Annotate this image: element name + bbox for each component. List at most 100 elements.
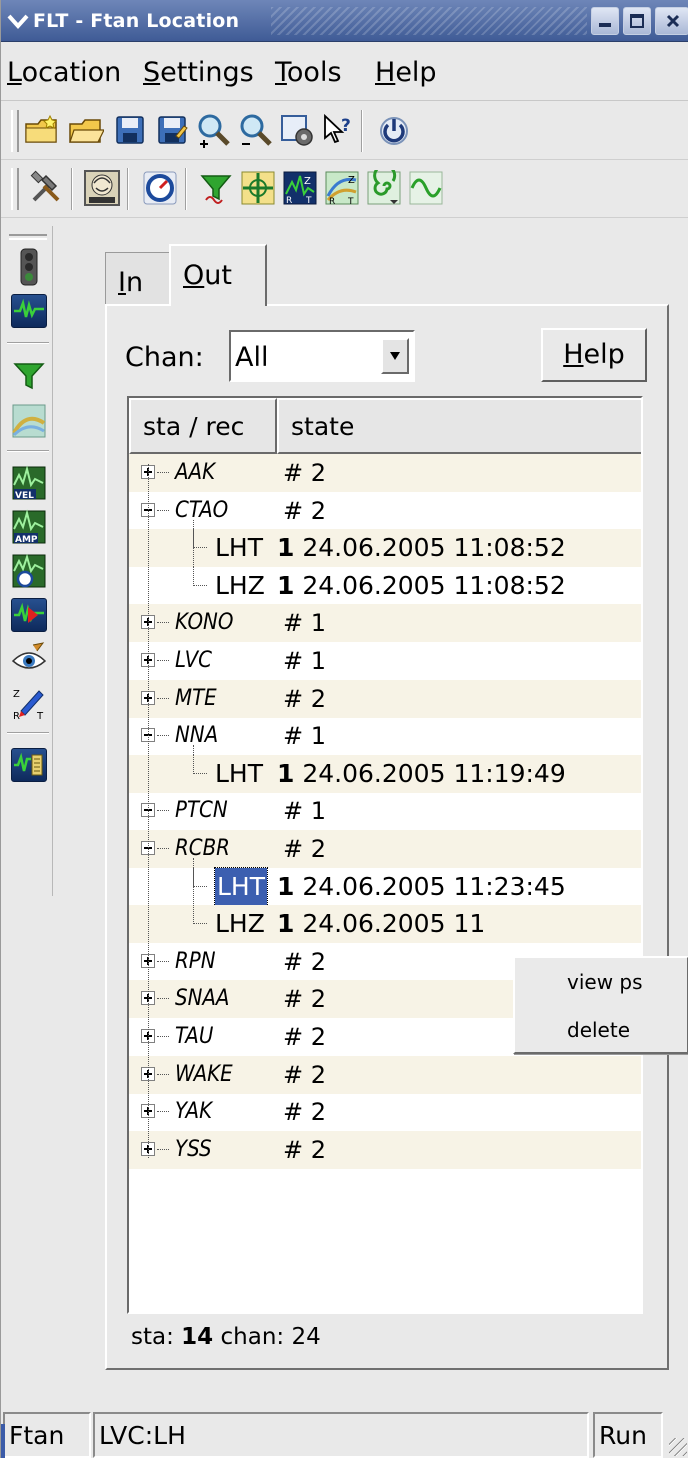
red-seismogram-icon[interactable] xyxy=(10,596,48,634)
menu-help[interactable]: Help xyxy=(375,57,437,88)
tree-row-station[interactable]: YSS # 2 xyxy=(129,1130,641,1169)
amp-icon[interactable]: AMP xyxy=(10,508,48,546)
help-button[interactable]: Help xyxy=(541,328,647,382)
chan-select[interactable]: All xyxy=(229,330,415,382)
save-as-icon[interactable] xyxy=(153,111,191,149)
svg-text:Z: Z xyxy=(348,175,355,186)
tree-connector xyxy=(193,529,207,549)
station-tree[interactable]: sta / rec state AAK # 2 CTAO # 2 LHT 1 24.06.… xyxy=(127,396,643,1314)
menu-bar: Location Settings Tools Help xyxy=(1,43,688,101)
menu-location[interactable]: Location xyxy=(7,57,121,88)
tab-in[interactable]: In xyxy=(105,252,169,306)
channel-state: 1 24.06.2005 11:23:45 xyxy=(277,871,566,901)
station-code: PTCN xyxy=(175,798,228,824)
menu-tools[interactable]: Tools xyxy=(275,57,342,88)
filter-icon[interactable] xyxy=(10,356,48,394)
sine-wave-icon[interactable] xyxy=(407,169,445,207)
zoom-out-icon[interactable] xyxy=(237,111,275,149)
save-icon[interactable] xyxy=(111,111,149,149)
station-state: # 1 xyxy=(283,647,327,675)
tree-row-station[interactable]: YAK # 2 xyxy=(129,1093,641,1131)
station-state: # 2 xyxy=(283,459,327,487)
zrt-icon[interactable]: Z R T xyxy=(281,169,319,207)
channel-code: LHT xyxy=(214,866,268,907)
column-header-state[interactable]: state xyxy=(277,398,641,454)
tree-row-station[interactable]: RCBR # 2 xyxy=(129,830,641,868)
new-folder-icon[interactable] xyxy=(23,111,61,149)
maximize-button[interactable] xyxy=(623,7,651,35)
tree-row-station[interactable]: AAK # 2 xyxy=(129,454,641,492)
channel-state: 1 24.06.2005 11:08:52 xyxy=(277,570,566,600)
menu-settings[interactable]: Settings xyxy=(143,57,254,88)
tree-connector xyxy=(193,566,207,586)
seismogram-icon[interactable] xyxy=(10,292,48,330)
spiral-icon[interactable] xyxy=(365,169,403,207)
record-icon[interactable] xyxy=(10,746,48,784)
tree-row-channel[interactable]: LHZ 1 24.06.2005 11 xyxy=(129,905,641,944)
tree-row-channel[interactable]: LHT 1 24.06.2005 11:19:49 xyxy=(129,754,641,793)
tab-out[interactable]: Out xyxy=(169,244,267,306)
status-mode: Ftan xyxy=(3,1412,91,1458)
tree-connector xyxy=(157,735,169,737)
traffic-light-icon[interactable] xyxy=(10,248,48,286)
column-header-sta-rec[interactable]: sta / rec xyxy=(129,398,277,454)
side-toolbar: VEL AMP Z R T xyxy=(3,226,53,896)
title-bar[interactable]: FLT - Ftan Location xyxy=(1,0,688,42)
tree-row-station[interactable]: MTE # 2 xyxy=(129,679,641,718)
status-accent xyxy=(1,1424,5,1458)
toolbar-grip[interactable] xyxy=(11,110,19,152)
toolbar-grip[interactable] xyxy=(9,234,47,240)
toolbar-grip[interactable] xyxy=(11,168,19,210)
svg-text:AMP: AMP xyxy=(15,535,38,545)
open-folder-icon[interactable] xyxy=(67,111,105,149)
station-state: # 1 xyxy=(283,609,327,638)
toolbar-separator xyxy=(7,450,49,452)
menu-item-delete[interactable]: delete xyxy=(567,1018,630,1042)
tree-row-channel[interactable]: LHZ 1 24.06.2005 11:08:52 xyxy=(129,566,641,605)
toolbar-separator xyxy=(185,168,187,210)
window-menu-icon[interactable] xyxy=(5,8,31,34)
tree-row-station[interactable]: LVC # 1 xyxy=(129,642,641,680)
resize-grip[interactable] xyxy=(669,1438,687,1456)
tree-connector xyxy=(157,697,169,699)
chevron-down-icon[interactable] xyxy=(381,338,409,374)
tree-row-station[interactable]: CTAO # 2 xyxy=(129,492,641,530)
tree-connector xyxy=(157,472,169,473)
station-code: YAK xyxy=(175,1099,213,1125)
svg-text:R: R xyxy=(286,196,292,206)
tree-row-station[interactable]: PTCN # 1 xyxy=(129,792,641,830)
settings-refresh-icon[interactable] xyxy=(279,111,317,149)
tree-row-station[interactable]: NNA # 1 xyxy=(129,717,641,755)
filter-icon[interactable] xyxy=(197,169,235,207)
dispersion-icon[interactable] xyxy=(10,402,48,440)
app-window: FLT - Ftan Location Location Settings To… xyxy=(0,0,688,1458)
tree-row-channel[interactable]: LHT 1 24.06.2005 11:23:45 xyxy=(129,866,641,907)
zrt-pen-icon[interactable]: Z R T xyxy=(10,684,48,722)
zoom-in-icon[interactable] xyxy=(195,111,233,149)
compass-tool-icon[interactable] xyxy=(10,552,48,590)
zrt-alt-icon[interactable]: Z R T xyxy=(323,169,361,207)
tools-icon[interactable] xyxy=(27,169,65,207)
vel-icon[interactable]: VEL xyxy=(10,464,48,502)
power-icon[interactable] xyxy=(375,111,413,149)
context-menu: view ps delete xyxy=(513,956,688,1054)
compass-icon[interactable] xyxy=(141,169,179,207)
whats-this-icon[interactable]: ? xyxy=(319,111,357,149)
station-state: # 1 xyxy=(283,797,327,826)
tree-row-station[interactable]: KONO # 1 xyxy=(129,604,641,643)
close-button[interactable] xyxy=(655,7,688,35)
menu-item-view-ps[interactable]: view ps xyxy=(567,970,643,994)
tree-connector xyxy=(157,960,169,962)
svg-text:?: ? xyxy=(341,116,351,136)
tree-row-channel[interactable]: LHT 1 24.06.2005 11:08:52 xyxy=(129,529,641,568)
station-state: # 2 xyxy=(283,947,327,976)
station-map-icon[interactable] xyxy=(83,169,121,207)
tree-row-station[interactable]: WAKE # 2 xyxy=(129,1055,641,1094)
station-state: # 2 xyxy=(283,684,327,713)
minimize-button[interactable] xyxy=(591,7,619,35)
eye-icon[interactable] xyxy=(10,640,48,678)
station-code: SNAA xyxy=(175,986,230,1012)
station-code: RCBR xyxy=(175,836,230,861)
channel-state: 1 24.06.2005 11 xyxy=(277,909,486,939)
crosshair-icon[interactable] xyxy=(239,169,277,207)
